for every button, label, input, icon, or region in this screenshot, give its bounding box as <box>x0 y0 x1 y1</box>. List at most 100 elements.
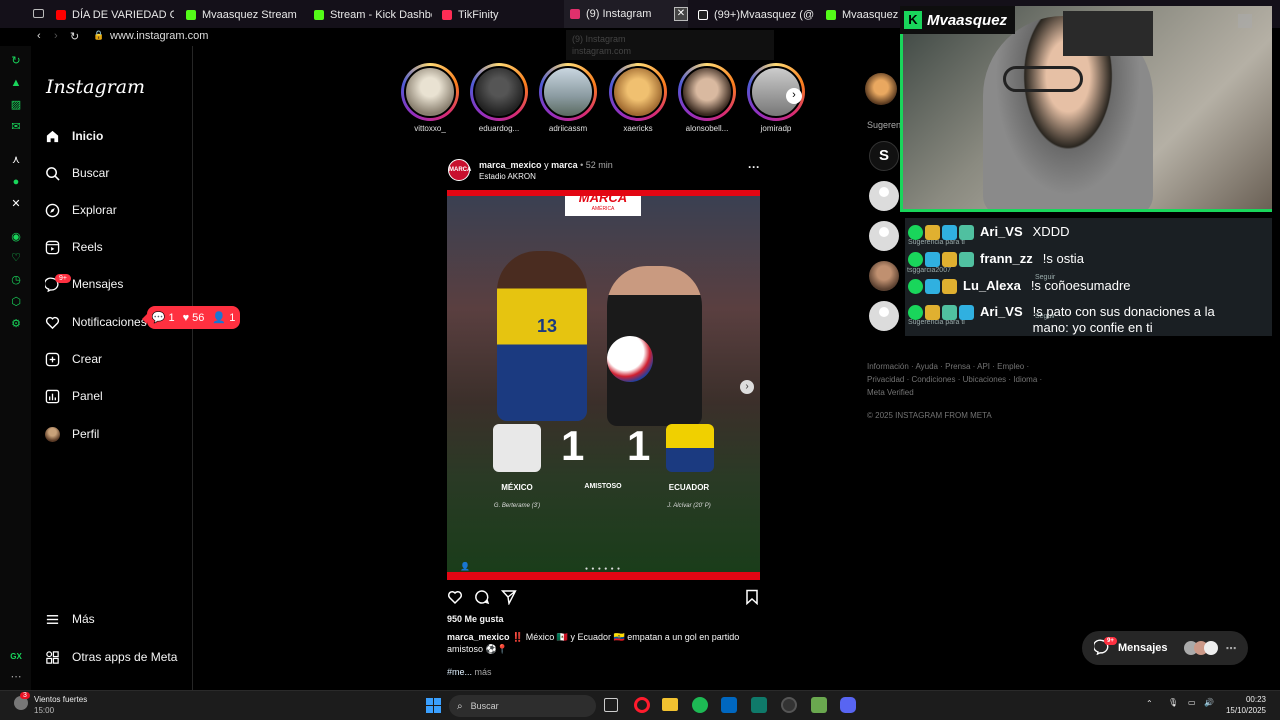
opera-icon[interactable] <box>634 697 650 713</box>
nav-otras-apps[interactable]: Otras apps de Meta <box>44 649 177 665</box>
messenger-app-icon[interactable]: ✉ <box>9 120 23 134</box>
messages-floating-button[interactable]: 9+ Mensajes ⋯ <box>1082 631 1248 665</box>
carousel-next-icon[interactable]: › <box>740 380 754 394</box>
like-button-icon[interactable] <box>447 589 463 610</box>
tray-chevron-icon[interactable]: ⌃ <box>1146 699 1153 708</box>
tab-overview-icon[interactable] <box>33 9 44 18</box>
tab-kick-stream[interactable]: Mvaasquez Stream - Wat <box>186 0 298 30</box>
clock-date[interactable]: 15/10/2025 <box>1224 706 1266 715</box>
volume-icon[interactable]: 🔊 <box>1204 698 1214 707</box>
aria-icon[interactable]: ⋏ <box>9 153 23 167</box>
task-view-icon[interactable] <box>604 698 618 712</box>
nav-mas[interactable]: Más <box>44 611 95 627</box>
current-user-avatar[interactable] <box>865 73 897 105</box>
app-icon[interactable] <box>751 697 767 713</box>
refresh-icon[interactable]: ↻ <box>9 54 23 68</box>
save-button-icon[interactable] <box>745 589 759 610</box>
whatsapp-icon[interactable]: ● <box>9 175 23 189</box>
gx-icon[interactable]: GX <box>9 650 23 664</box>
suggestion-avatar[interactable] <box>869 181 899 211</box>
nav-notificaciones[interactable]: Notificaciones <box>44 314 147 330</box>
suggestion-avatar[interactable] <box>869 261 899 291</box>
comment-button-icon[interactable] <box>474 589 490 610</box>
window-control-icon[interactable] <box>1238 14 1252 28</box>
notification-pill[interactable]: 💬 1 ♥ 56 👤 1 <box>142 306 240 329</box>
nav-reels[interactable]: Reels <box>44 239 103 255</box>
tikfinity-icon <box>442 10 452 20</box>
forward-icon[interactable]: › <box>54 30 58 42</box>
close-tab-icon[interactable]: ✕ <box>674 7 688 21</box>
back-icon[interactable]: ‹ <box>37 30 41 42</box>
nav-perfil[interactable]: Perfil <box>44 426 99 442</box>
nav-panel[interactable]: Panel <box>44 388 103 404</box>
caption-tag[interactable]: #me... <box>447 667 472 677</box>
microphone-icon[interactable]: 🎙 <box>1168 698 1178 707</box>
wallet-icon[interactable]: ▨ <box>9 98 23 112</box>
tab-youtube[interactable]: DÍA DE VARIEDAD CARAJ <box>56 0 174 30</box>
more-options-icon[interactable]: ··· <box>748 160 760 174</box>
recent-chat-avatars <box>1183 641 1218 655</box>
tab-instagram[interactable]: (9) Instagram ✕ <box>564 0 688 30</box>
share-button-icon[interactable] <box>500 589 517 610</box>
history-icon[interactable]: ◷ <box>9 273 23 287</box>
more-dots-icon[interactable]: ⋯ <box>1226 642 1237 655</box>
tagged-users-icon[interactable]: 👤 <box>460 562 470 571</box>
discord-icon[interactable] <box>840 697 856 713</box>
nav-label: Crear <box>72 352 103 366</box>
heart-sidebar-icon[interactable]: ♡ <box>9 251 23 265</box>
weather-text[interactable]: Vientos fuertes <box>34 695 87 704</box>
clock-time[interactable]: 00:23 <box>1226 695 1266 704</box>
post-image[interactable]: MARCA AMÉRICA 13 › 1 1 MÉXICO AMISTOSO EC… <box>447 190 760 580</box>
story-item[interactable]: vittoxxo_ <box>399 63 461 133</box>
tab-tikfinity[interactable]: TikFinity <box>442 0 552 30</box>
story-item[interactable]: eduardog... <box>468 63 530 133</box>
tab-kick-dashboard[interactable]: Stream - Kick Dashboard <box>314 0 432 30</box>
streamlabs-icon[interactable] <box>811 697 827 713</box>
extension-icon[interactable]: ▲ <box>9 76 23 90</box>
follow-count: 👤 1 <box>212 312 236 324</box>
tab-kick-stream-2[interactable]: Mvaasquez Stre <box>826 0 900 30</box>
network-icon[interactable]: ▭ <box>1188 698 1196 707</box>
tab-tiktok[interactable]: (99+)Mvaasquez (@mvasq <box>698 0 814 30</box>
tab-label: DÍA DE VARIEDAD CARAJ <box>72 9 174 21</box>
kick-icon <box>314 10 324 20</box>
taskbar-search[interactable]: ⌕ Buscar <box>449 695 596 717</box>
story-item[interactable]: adriicassm <box>537 63 599 133</box>
post-avatar[interactable]: MARCA <box>448 159 471 181</box>
post-coauthor[interactable]: marca <box>551 160 578 170</box>
stories-next-icon[interactable]: › <box>786 88 802 104</box>
caption-user[interactable]: marca_mexico <box>447 632 510 642</box>
likes-count[interactable]: 950 Me gusta <box>447 614 504 624</box>
nav-inicio[interactable]: Inicio <box>44 128 103 144</box>
scorer-right: J. Alcívar (20' P) <box>667 503 711 509</box>
carousel-dots: ● ● ● ● ● ● <box>585 566 622 572</box>
start-icon[interactable] <box>426 698 441 713</box>
nav-crear[interactable]: Crear <box>44 351 102 367</box>
suggestion-avatar[interactable] <box>869 301 899 331</box>
x-twitter-icon[interactable]: ✕ <box>9 197 23 211</box>
instagram-logo[interactable]: Instagram <box>46 76 145 98</box>
post-author[interactable]: marca_mexico <box>479 160 542 170</box>
nav-buscar[interactable]: Buscar <box>44 165 109 181</box>
caption-more[interactable]: #me... más <box>447 667 492 677</box>
suggestion-avatar[interactable]: S <box>869 141 899 171</box>
story-item[interactable]: xaericks <box>607 63 669 133</box>
player-icon[interactable]: ◉ <box>9 230 23 244</box>
obs-icon[interactable] <box>781 697 797 713</box>
post-location[interactable]: Estadio AKRON <box>479 172 536 181</box>
nav-explorar[interactable]: Explorar <box>44 202 117 218</box>
file-explorer-icon[interactable] <box>662 698 678 711</box>
reload-icon[interactable]: ↻ <box>70 30 79 43</box>
cube-icon[interactable]: ⬡ <box>9 295 23 309</box>
more-dots-icon[interactable]: ⋯ <box>9 670 23 684</box>
spotify-icon[interactable] <box>692 697 708 713</box>
more-link[interactable]: más <box>475 667 492 677</box>
suggestion-avatar[interactable] <box>869 221 899 251</box>
nav-label: Explorar <box>72 203 117 217</box>
store-icon[interactable] <box>721 697 737 713</box>
footer-links[interactable]: Información · Ayuda · Prensa · API · Emp… <box>867 360 1047 399</box>
mod-badge-icon <box>908 252 923 267</box>
settings-icon[interactable]: ⚙ <box>9 317 23 331</box>
url-field[interactable]: www.instagram.com <box>110 30 208 42</box>
story-item[interactable]: alonsobell... <box>676 63 738 133</box>
